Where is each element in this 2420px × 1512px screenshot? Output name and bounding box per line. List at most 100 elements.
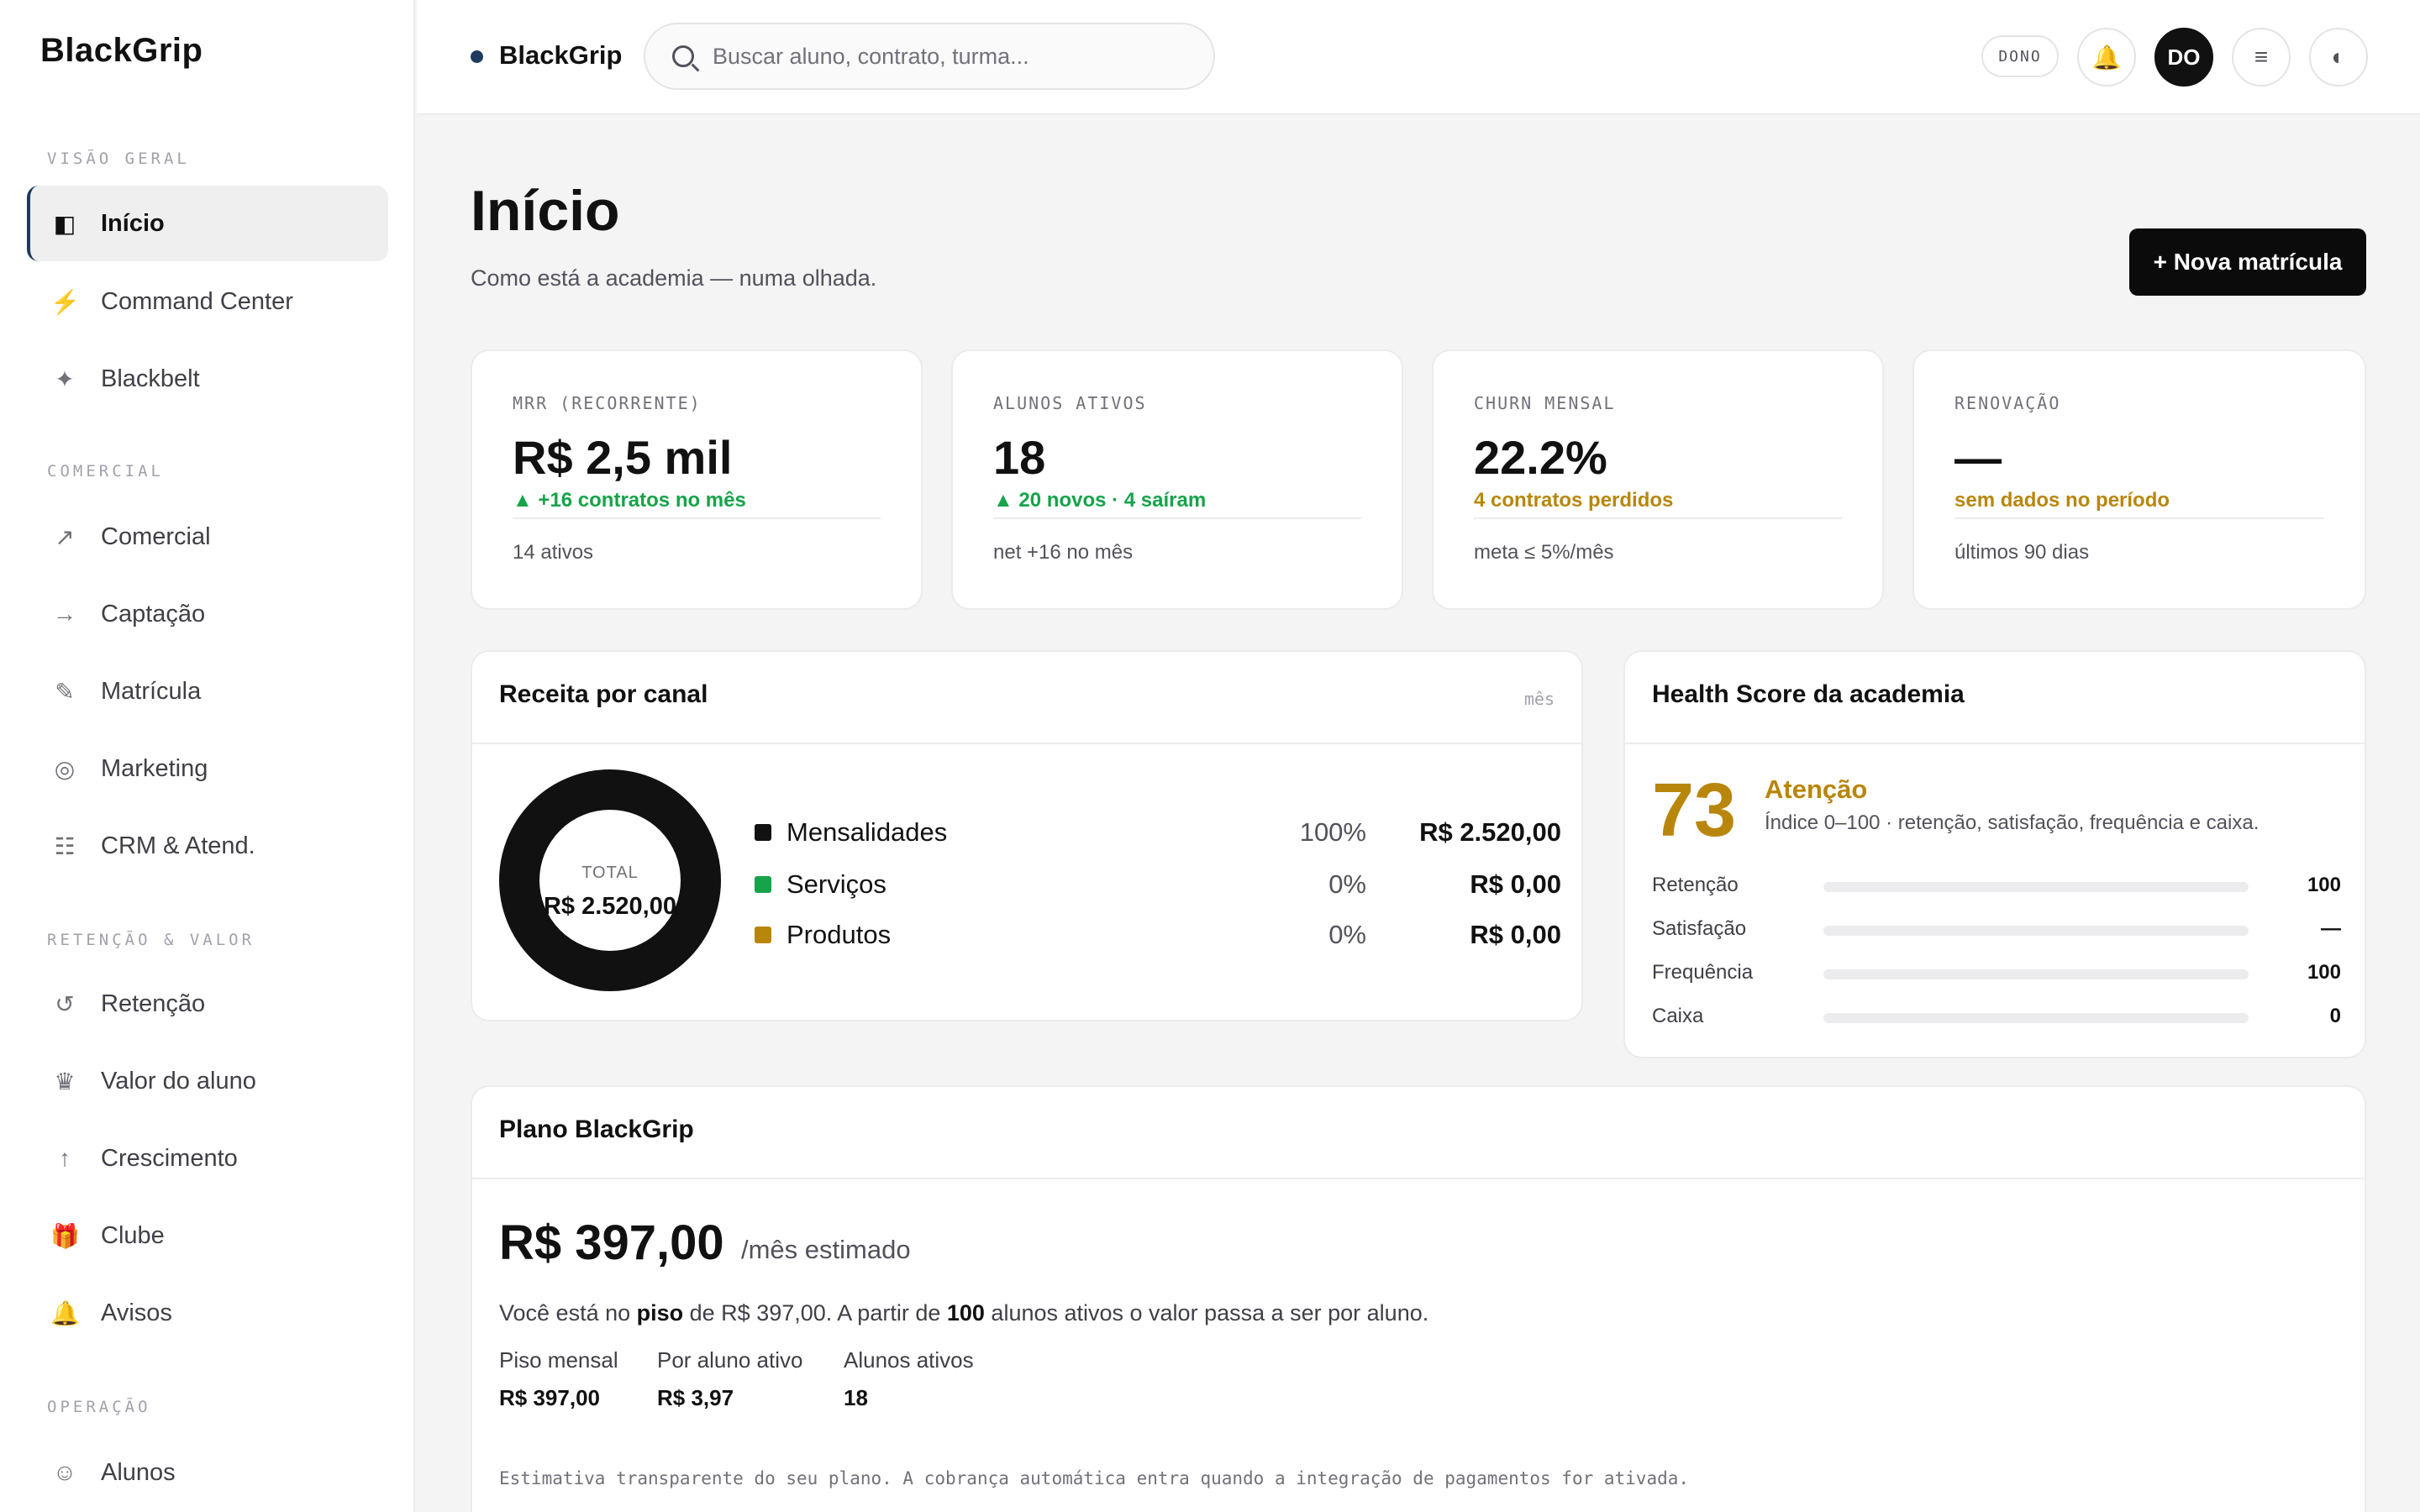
plan-period: /mês estimado	[741, 1235, 911, 1264]
divider	[1474, 517, 1842, 519]
sidebar-item-label: Crescimento	[101, 1144, 238, 1172]
sidebar-item-crescimento[interactable]: ↑ Crescimento	[27, 1121, 388, 1196]
metric-track	[1823, 882, 2249, 892]
legend-swatch	[755, 824, 771, 841]
metric-name: Frequência	[1652, 961, 1754, 984]
kpi-footer: últimos 90 dias	[1954, 541, 2090, 564]
sidebar-item-captacao[interactable]: → Captação	[27, 576, 388, 652]
kpi-value: —	[1954, 431, 2002, 484]
divider	[513, 517, 881, 519]
sidebar-item-inicio[interactable]: ◧ Início	[27, 186, 388, 261]
kpi-card-churn: CHURN MENSAL 22.2% 4 contratos perdidos …	[1432, 349, 1884, 610]
sidebar-item-valor-do-aluno[interactable]: ♛ Valor do aluno	[27, 1043, 388, 1119]
gift-icon: 🎁	[50, 1222, 80, 1249]
revenue-card: Receita por canal mês TOTAL R$ 2.520,00 …	[471, 650, 1583, 1021]
kpi-card-mrr: MRR (RECORRENTE) R$ 2,5 mil ▲ +16 contra…	[471, 349, 923, 610]
sidebar-item-label: Blackbelt	[101, 365, 200, 392]
topbar-brand[interactable]: BlackGrip	[499, 40, 622, 71]
sidebar-item-marketing[interactable]: ◎ Marketing	[27, 731, 388, 806]
kpi-label: ALUNOS ATIVOS	[993, 393, 1147, 413]
divider	[472, 1178, 2365, 1179]
section-label-retention: RETENÇÃO & VALOR	[47, 931, 255, 949]
health-metric-row: Retenção 100	[1652, 869, 2341, 902]
metric-name: Retenção	[1652, 874, 1739, 896]
donut-total-label: TOTAL	[581, 864, 639, 882]
plan-stat-active-students: Alunos ativos 18	[844, 1347, 974, 1411]
menu-button[interactable]: ≡	[2232, 28, 2291, 87]
sidebar-item-comercial[interactable]: ↗ Comercial	[27, 499, 388, 575]
smiley-icon: ☺	[52, 1459, 77, 1485]
kpi-value: 18	[993, 431, 1046, 484]
sidebar-item-label: Início	[101, 209, 165, 237]
health-score-value: 73	[1652, 769, 1737, 853]
sidebar-item-label: Matrícula	[101, 677, 202, 705]
kpi-delta: 4 contratos perdidos	[1474, 489, 1674, 512]
sidebar-item-command-center[interactable]: ⚡ Command Center	[27, 264, 388, 339]
new-enrollment-button[interactable]: + Nova matrícula	[2129, 228, 2366, 296]
section-label-commercial: COMERCIAL	[47, 462, 164, 480]
search-icon	[672, 45, 694, 67]
kpi-card-active-students: ALUNOS ATIVOS 18 ▲ 20 novos · 4 saíram n…	[951, 349, 1403, 610]
topbar: BlackGrip DONO 🔔 DO ≡ ◐	[417, 0, 2420, 115]
kpi-delta: ▲ 20 novos · 4 saíram	[993, 489, 1207, 512]
kpi-delta: sem dados no período	[1954, 489, 2170, 512]
metric-name: Caixa	[1652, 1005, 1704, 1027]
kpi-label: MRR (RECORRENTE)	[513, 393, 702, 413]
plan-price: R$ 397,00	[499, 1215, 724, 1270]
divider	[1625, 743, 2365, 744]
sidebar-item-avisos[interactable]: 🔔 Avisos	[27, 1275, 388, 1351]
sidebar-item-clube[interactable]: 🎁 Clube	[27, 1198, 388, 1273]
sidebar-item-label: Captação	[101, 600, 206, 627]
metric-track	[1823, 969, 2249, 979]
role-badge: DONO	[1981, 35, 2059, 77]
page-title: Início	[471, 179, 620, 243]
sidebar-item-label: Alunos	[101, 1458, 176, 1486]
sidebar-item-alunos[interactable]: ☺ Alunos	[27, 1435, 388, 1510]
health-description: Índice 0–100 · retenção, satisfação, fre…	[1765, 811, 2260, 834]
status-dot	[471, 50, 483, 63]
plan-description: Você está no piso de R$ 397,00. A partir…	[499, 1300, 1429, 1326]
health-metric-row: Caixa 0	[1652, 1000, 2341, 1033]
theme-toggle-button[interactable]: ◐	[2309, 28, 2368, 87]
health-metric-row: Frequência 100	[1652, 956, 2341, 990]
health-metric-row: Satisfação —	[1652, 912, 2341, 946]
kpi-value: R$ 2,5 mil	[513, 431, 733, 484]
sidebar-brand-logo[interactable]: BlackGrip	[40, 32, 203, 70]
legend-swatch	[755, 927, 771, 943]
search-bar[interactable]	[644, 23, 1215, 90]
legend-swatch	[755, 876, 771, 893]
period-label: mês	[1523, 689, 1555, 709]
metric-value: 0	[2329, 1005, 2341, 1027]
pencil-icon: ✎	[55, 678, 75, 705]
channel-name: Produtos	[786, 920, 892, 949]
sidebar-item-matricula[interactable]: ✎ Matrícula	[27, 654, 388, 729]
kpi-delta: ▲ +16 contratos no mês	[513, 489, 746, 512]
search-input[interactable]	[713, 43, 1183, 70]
kpi-card-renewal: RENOVAÇÃO — sem dados no período últimos…	[1912, 349, 2366, 610]
lightning-icon: ⚡	[50, 288, 80, 315]
stat-value: R$ 3,97	[657, 1385, 734, 1410]
sidebar-item-blackbelt[interactable]: ✦ Blackbelt	[27, 341, 388, 417]
card-title: Receita por canal	[499, 680, 708, 708]
section-label-operation: OPERAÇÃO	[47, 1398, 151, 1416]
health-score-card: Health Score da academia 73 Atenção Índi…	[1623, 650, 2366, 1058]
panel-icon: ◧	[53, 210, 76, 237]
card-title: Health Score da academia	[1652, 680, 1965, 708]
trend-up-icon: ↗	[55, 523, 75, 550]
kpi-value: 22.2%	[1474, 431, 1607, 484]
channel-amount: R$ 0,00	[1470, 920, 1561, 949]
kpi-label: RENOVAÇÃO	[1954, 393, 2061, 413]
stat-label: Piso mensal	[499, 1347, 618, 1373]
legend-row-produtos: Produtos 0% R$ 0,00	[755, 914, 1561, 956]
notifications-button[interactable]: 🔔	[2077, 28, 2136, 87]
metric-track	[1823, 926, 2249, 936]
sidebar-item-retencao[interactable]: ↺ Retenção	[27, 966, 388, 1042]
sidebar-item-crm[interactable]: ☷ CRM & Atend.	[27, 808, 388, 884]
stat-value: 18	[844, 1385, 868, 1410]
sidebar-item-label: Marketing	[101, 754, 208, 782]
target-icon: ◎	[54, 755, 76, 782]
legend-row-servicos: Serviços 0% R$ 0,00	[755, 864, 1561, 906]
section-label-overview: VISÃO GERAL	[47, 150, 190, 168]
avatar[interactable]: DO	[2154, 28, 2213, 87]
metric-value: —	[2321, 917, 2341, 940]
